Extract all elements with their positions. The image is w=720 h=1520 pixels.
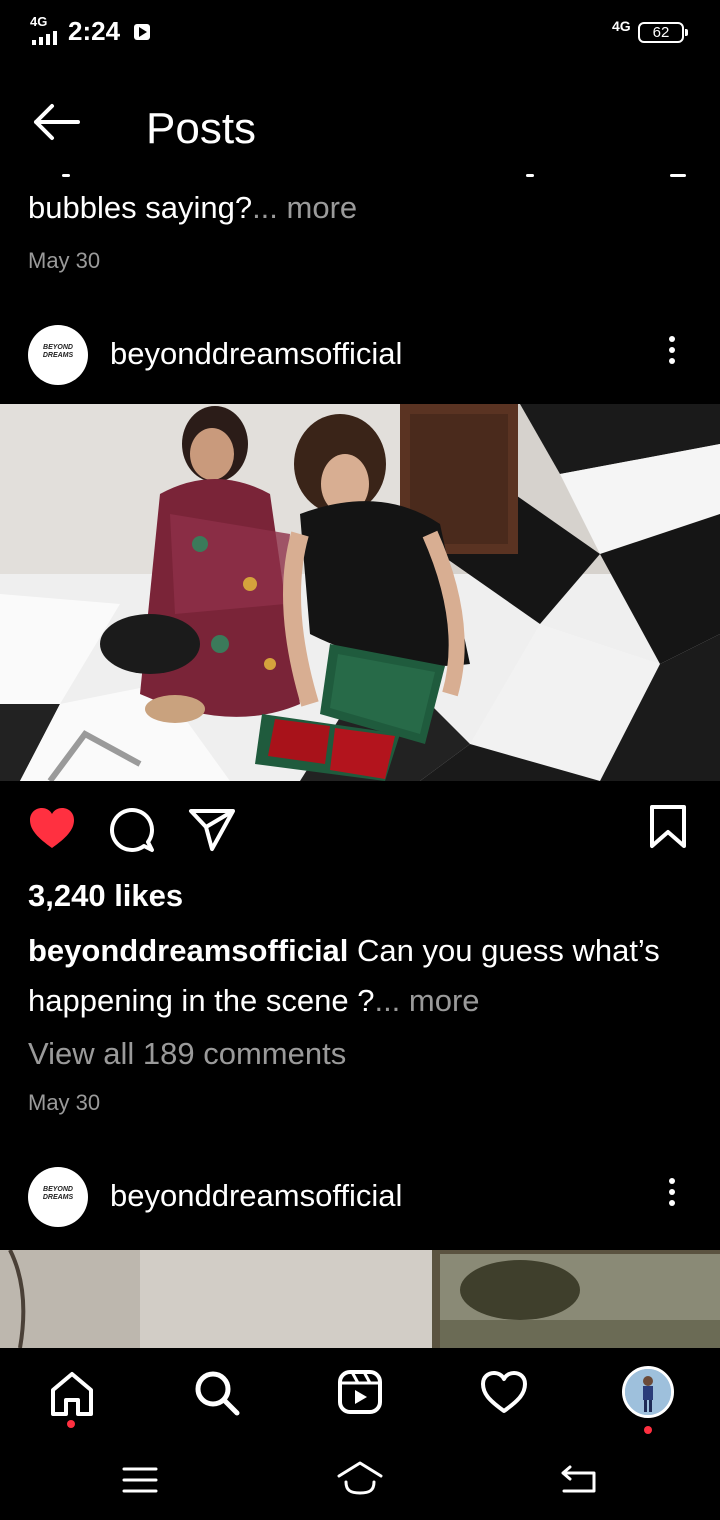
- battery-icon: 62: [638, 22, 688, 43]
- clock: 2:24: [68, 16, 121, 46]
- menu-icon[interactable]: [122, 1466, 158, 1494]
- status-bar: 4G 2:24 4G 62: [0, 0, 720, 64]
- profile-photo: [625, 1369, 671, 1415]
- profile-notification-dot: [644, 1426, 652, 1434]
- next-post-image[interactable]: [0, 1250, 720, 1348]
- network-type: 4G: [30, 14, 48, 29]
- caption-more-link[interactable]: ... more: [374, 983, 479, 1018]
- likes-count[interactable]: 3,240 likes: [28, 878, 183, 914]
- back-button[interactable]: [30, 100, 82, 144]
- view-comments-link[interactable]: View all 189 comments: [28, 1036, 346, 1072]
- system-back-icon[interactable]: [560, 1464, 598, 1494]
- previous-caption-text: bubbles saying?: [28, 190, 253, 225]
- comment-icon[interactable]: [108, 806, 156, 854]
- activity-heart-icon[interactable]: [480, 1370, 528, 1414]
- media-play-icon: [134, 24, 150, 40]
- caption-username[interactable]: beyonddreamsofficial: [28, 933, 348, 968]
- post-date: May 30: [28, 1090, 101, 1115]
- signal-icon: [32, 31, 57, 45]
- previous-more-link[interactable]: ... more: [252, 190, 357, 225]
- post-username[interactable]: beyonddreamsofficial: [110, 1178, 402, 1214]
- post-actions: [0, 800, 720, 856]
- post-header: BEYOND DREAMS beyonddreamsofficial: [0, 320, 720, 390]
- page-title: Posts: [146, 104, 257, 153]
- top-header: Posts: [0, 88, 720, 168]
- system-navigation-bar: [0, 1438, 720, 1520]
- network-type-right: 4G: [612, 18, 631, 34]
- next-post-photo: [0, 1250, 720, 1348]
- arrow-left-icon: [34, 104, 80, 140]
- previous-post-date: May 30: [28, 248, 101, 273]
- profile-avatar[interactable]: [622, 1366, 674, 1418]
- next-post-header: BEYOND DREAMS beyonddreamsofficial: [0, 1162, 720, 1232]
- post-caption[interactable]: beyonddreamsofficial Can you guess what’…: [28, 926, 698, 1026]
- send-icon[interactable]: [188, 808, 236, 852]
- home-notification-dot: [67, 1420, 75, 1428]
- more-options-icon[interactable]: [662, 1178, 682, 1214]
- search-icon[interactable]: [192, 1368, 242, 1418]
- avatar-logo: BEYOND DREAMS: [42, 344, 74, 359]
- avatar[interactable]: BEYOND DREAMS: [28, 1167, 88, 1227]
- reels-icon[interactable]: [336, 1368, 384, 1416]
- more-options-icon[interactable]: [662, 336, 682, 372]
- post-username[interactable]: beyonddreamsofficial: [110, 336, 402, 372]
- post-photo: [0, 404, 720, 781]
- like-heart-icon[interactable]: [28, 806, 76, 850]
- post-image[interactable]: [0, 404, 720, 781]
- system-home-icon[interactable]: [336, 1460, 384, 1496]
- bottom-navigation: [0, 1348, 720, 1438]
- bookmark-icon[interactable]: [648, 804, 688, 850]
- previous-post-caption[interactable]: bubbles saying?... more: [28, 190, 357, 226]
- home-icon[interactable]: [48, 1370, 96, 1418]
- avatar-logo: BEYOND DREAMS: [42, 1186, 74, 1201]
- avatar[interactable]: BEYOND DREAMS: [28, 325, 88, 385]
- clipped-caption-line: [30, 172, 690, 184]
